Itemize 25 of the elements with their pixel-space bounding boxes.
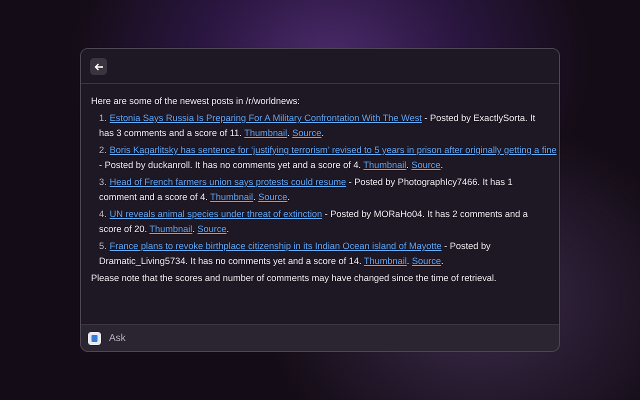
post-item: 1. Estonia Says Russia Is Preparing For A Military Confrontation With The West - Posted by ExactlySorta. It has 3 comments and a score of 11. Thumbnail. Source. <box>98 112 536 140</box>
intro-text: Here are some of the newest posts in /r/worldnews: <box>91 95 301 108</box>
post-link[interactable]: Thumbnail <box>210 192 254 202</box>
post-link[interactable]: Source <box>411 160 441 170</box>
back-button[interactable] <box>90 58 107 75</box>
post-item: 5. France plans to revoke birthplace citizenship in its Indian Ocean island of Mayotte - Posted by Dramatic_Living5734. It has no comments yet and a score of 14. Thumbnail. Source. <box>98 240 492 268</box>
post-link[interactable]: Thumbnail <box>149 224 192 234</box>
post-link[interactable]: Thumbnail <box>364 256 407 266</box>
post-link[interactable]: Thumbnail <box>363 160 406 170</box>
post-item: 4. UN reveals animal species under threat of extinction - Posted by MORaHo04. It has 2 comments and a score of 20. Thumbnail. Source. <box>98 208 529 236</box>
post-link[interactable]: France plans to revoke birthplace citizenship in its Indian Ocean island of Mayotte <box>110 241 442 251</box>
back-arrow-icon <box>94 62 104 70</box>
app-icon <box>88 332 101 344</box>
post-link[interactable]: Estonia Says Russia Is Preparing For A Military Confrontation With The West <box>110 113 422 123</box>
post-link[interactable]: Source <box>292 128 322 138</box>
post-link[interactable]: Source <box>412 256 442 266</box>
ask-field[interactable]: Ask <box>109 330 552 346</box>
post-item: 3. Head of French farmers union says protests could resume - Posted by PhotographIcy7466. It has 1 comment and a score of 4. Thumbnail. Source. <box>98 176 514 204</box>
post-link[interactable]: Boris Kagarlitsky has sentence for ‘justifying terrorism’ revised to 5 years in prison after originally getting a fine <box>110 145 557 155</box>
post-link[interactable]: Thumbnail <box>244 128 288 138</box>
post-link[interactable]: Source <box>258 192 288 202</box>
post-link[interactable]: Source <box>197 224 227 234</box>
post-link[interactable]: Head of French farmers union says protests could resume <box>110 177 346 187</box>
note-text: Please note that the scores and number of comments may have changed since the time of retrieval. <box>91 272 498 285</box>
post-link[interactable]: UN reveals animal species under threat of extinction <box>110 209 322 219</box>
